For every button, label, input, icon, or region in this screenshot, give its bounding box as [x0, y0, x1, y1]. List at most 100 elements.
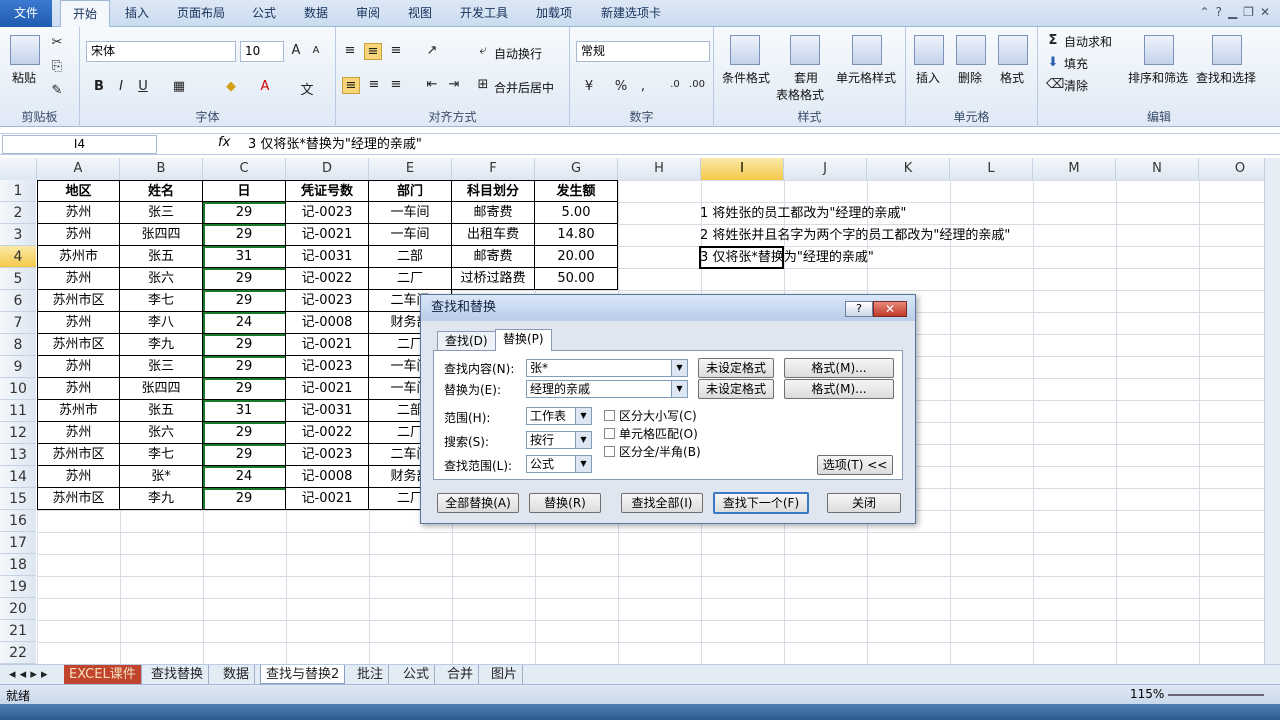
table-header-cell[interactable]: 发生额: [535, 180, 618, 202]
instruction-note-1[interactable]: 1 将姓张的员工都改为"经理的亲戚": [700, 203, 906, 225]
table-cell[interactable]: 李七: [120, 444, 203, 466]
insert-function-icon[interactable]: fx: [218, 135, 230, 150]
column-header-j[interactable]: J: [784, 158, 867, 180]
row-header-7[interactable]: 7: [0, 312, 36, 334]
merge-icon[interactable]: ⊞: [476, 77, 490, 92]
sheet-tab-excel[interactable]: EXCEL课件: [64, 665, 142, 684]
chevron-down-icon[interactable]: ▼: [575, 456, 591, 472]
row-header-18[interactable]: 18: [0, 554, 36, 576]
column-header-k[interactable]: K: [867, 158, 950, 180]
table-cell[interactable]: 一车间: [369, 202, 452, 224]
copy-icon[interactable]: ⎘: [50, 59, 64, 74]
table-cell[interactable]: 记-0023: [286, 202, 369, 224]
table-header-cell[interactable]: 部门: [369, 180, 452, 202]
chevron-down-icon[interactable]: ▼: [575, 408, 591, 424]
options-button[interactable]: 选项(T) <<: [817, 455, 893, 475]
table-format-icon[interactable]: [790, 35, 820, 65]
search-order-select[interactable]: 按行 ▼: [526, 431, 592, 449]
font-size-select[interactable]: 10: [240, 41, 284, 62]
table-cell[interactable]: 苏州: [37, 202, 120, 224]
sheet-tab-images[interactable]: 图片: [486, 665, 524, 684]
align-right-icon[interactable]: ≡: [388, 77, 404, 92]
chevron-down-icon[interactable]: ▼: [671, 381, 687, 397]
tab-formulas[interactable]: 公式: [244, 0, 284, 27]
row-header-19[interactable]: 19: [0, 576, 36, 598]
column-header-a[interactable]: A: [37, 158, 120, 180]
column-header-n[interactable]: N: [1116, 158, 1199, 180]
table-cell[interactable]: 29: [203, 378, 286, 400]
table-cell[interactable]: 出租车费: [452, 224, 535, 246]
help-button[interactable]: ?: [845, 301, 873, 317]
minimize-ribbon-icon[interactable]: ⌃: [1200, 5, 1210, 19]
table-cell[interactable]: 记-0031: [286, 246, 369, 268]
align-top-icon[interactable]: ≡: [342, 43, 358, 58]
percent-icon[interactable]: %: [614, 79, 628, 94]
find-select-icon[interactable]: [1212, 35, 1242, 65]
table-cell[interactable]: 张四四: [120, 224, 203, 246]
table-cell[interactable]: 二厂: [369, 268, 452, 290]
row-header-1[interactable]: 1: [0, 180, 36, 202]
row-header-17[interactable]: 17: [0, 532, 36, 554]
table-cell[interactable]: 苏州: [37, 356, 120, 378]
table-cell[interactable]: 张三: [120, 356, 203, 378]
column-header-h[interactable]: H: [618, 158, 701, 180]
tab-developer[interactable]: 开发工具: [452, 0, 516, 27]
table-cell[interactable]: 张五: [120, 400, 203, 422]
table-cell[interactable]: 记-0021: [286, 334, 369, 356]
close-icon[interactable]: ✕: [873, 301, 907, 317]
tab-addins[interactable]: 加载项: [528, 0, 580, 27]
name-box[interactable]: I4: [2, 135, 157, 154]
table-cell[interactable]: 记-0022: [286, 268, 369, 290]
align-middle-icon[interactable]: ≡: [364, 43, 382, 60]
border-icon[interactable]: ▦: [172, 79, 186, 94]
wrap-text-icon[interactable]: ⤶: [476, 43, 490, 58]
table-cell[interactable]: 苏州市区: [37, 488, 120, 510]
tab-home[interactable]: 开始: [60, 0, 110, 28]
sheet-nav-arrows[interactable]: ◂ ◂ ▸ ▸: [4, 665, 62, 684]
row-header-6[interactable]: 6: [0, 290, 36, 312]
table-cell[interactable]: 记-0021: [286, 378, 369, 400]
vertical-scrollbar[interactable]: [1264, 158, 1280, 664]
cut-icon[interactable]: ✂: [50, 35, 64, 50]
column-header-g[interactable]: G: [535, 158, 618, 180]
match-cell-checkbox[interactable]: 单元格匹配(O): [604, 425, 698, 442]
align-center-icon[interactable]: ≡: [366, 77, 382, 92]
table-cell[interactable]: 张六: [120, 268, 203, 290]
column-header-e[interactable]: E: [369, 158, 452, 180]
tab-new[interactable]: 新建选项卡: [594, 0, 668, 27]
restore-icon[interactable]: ❐: [1243, 5, 1254, 19]
table-cell[interactable]: 苏州: [37, 268, 120, 290]
close-icon[interactable]: ✕: [1260, 5, 1270, 19]
table-cell[interactable]: 苏州市: [37, 400, 120, 422]
find-all-button[interactable]: 查找全部(I): [621, 493, 703, 513]
row-header-8[interactable]: 8: [0, 334, 36, 356]
row-header-13[interactable]: 13: [0, 444, 36, 466]
sheet-tab-find-replace[interactable]: 查找替换: [146, 665, 210, 684]
find-format-button[interactable]: 格式(M)...: [784, 358, 894, 378]
table-cell[interactable]: 张六: [120, 422, 203, 444]
table-cell[interactable]: 29: [203, 224, 286, 246]
sort-filter-icon[interactable]: [1144, 35, 1174, 65]
file-tab[interactable]: 文件: [0, 0, 52, 27]
table-cell[interactable]: 29: [203, 290, 286, 312]
table-cell[interactable]: 记-0021: [286, 488, 369, 510]
table-cell[interactable]: 29: [203, 444, 286, 466]
insert-cells-button[interactable]: 插入: [916, 69, 940, 86]
table-header-cell[interactable]: 科目划分: [452, 180, 535, 202]
find-select-button[interactable]: 查找和选择: [1196, 69, 1256, 86]
autosum-icon[interactable]: Σ: [1046, 33, 1060, 48]
row-header-22[interactable]: 22: [0, 642, 36, 664]
underline-icon[interactable]: U: [136, 79, 150, 94]
grow-font-icon[interactable]: A: [288, 43, 304, 58]
instruction-note-2[interactable]: 2 将姓张并且名字为两个字的员工都改为"经理的亲戚": [700, 225, 1010, 247]
table-cell[interactable]: 5.00: [535, 202, 618, 224]
sort-filter-button[interactable]: 排序和筛选: [1128, 69, 1188, 86]
row-header-15[interactable]: 15: [0, 488, 36, 510]
format-cells-button[interactable]: 格式: [1000, 69, 1024, 86]
sheet-tab-find-replace-2[interactable]: 查找与替换2: [260, 665, 346, 684]
tab-view[interactable]: 视图: [400, 0, 440, 27]
tab-insert[interactable]: 插入: [116, 0, 158, 27]
sheet-tab-formulas[interactable]: 公式: [398, 665, 436, 684]
shrink-font-icon[interactable]: A: [308, 45, 324, 56]
row-header-3[interactable]: 3: [0, 224, 36, 246]
